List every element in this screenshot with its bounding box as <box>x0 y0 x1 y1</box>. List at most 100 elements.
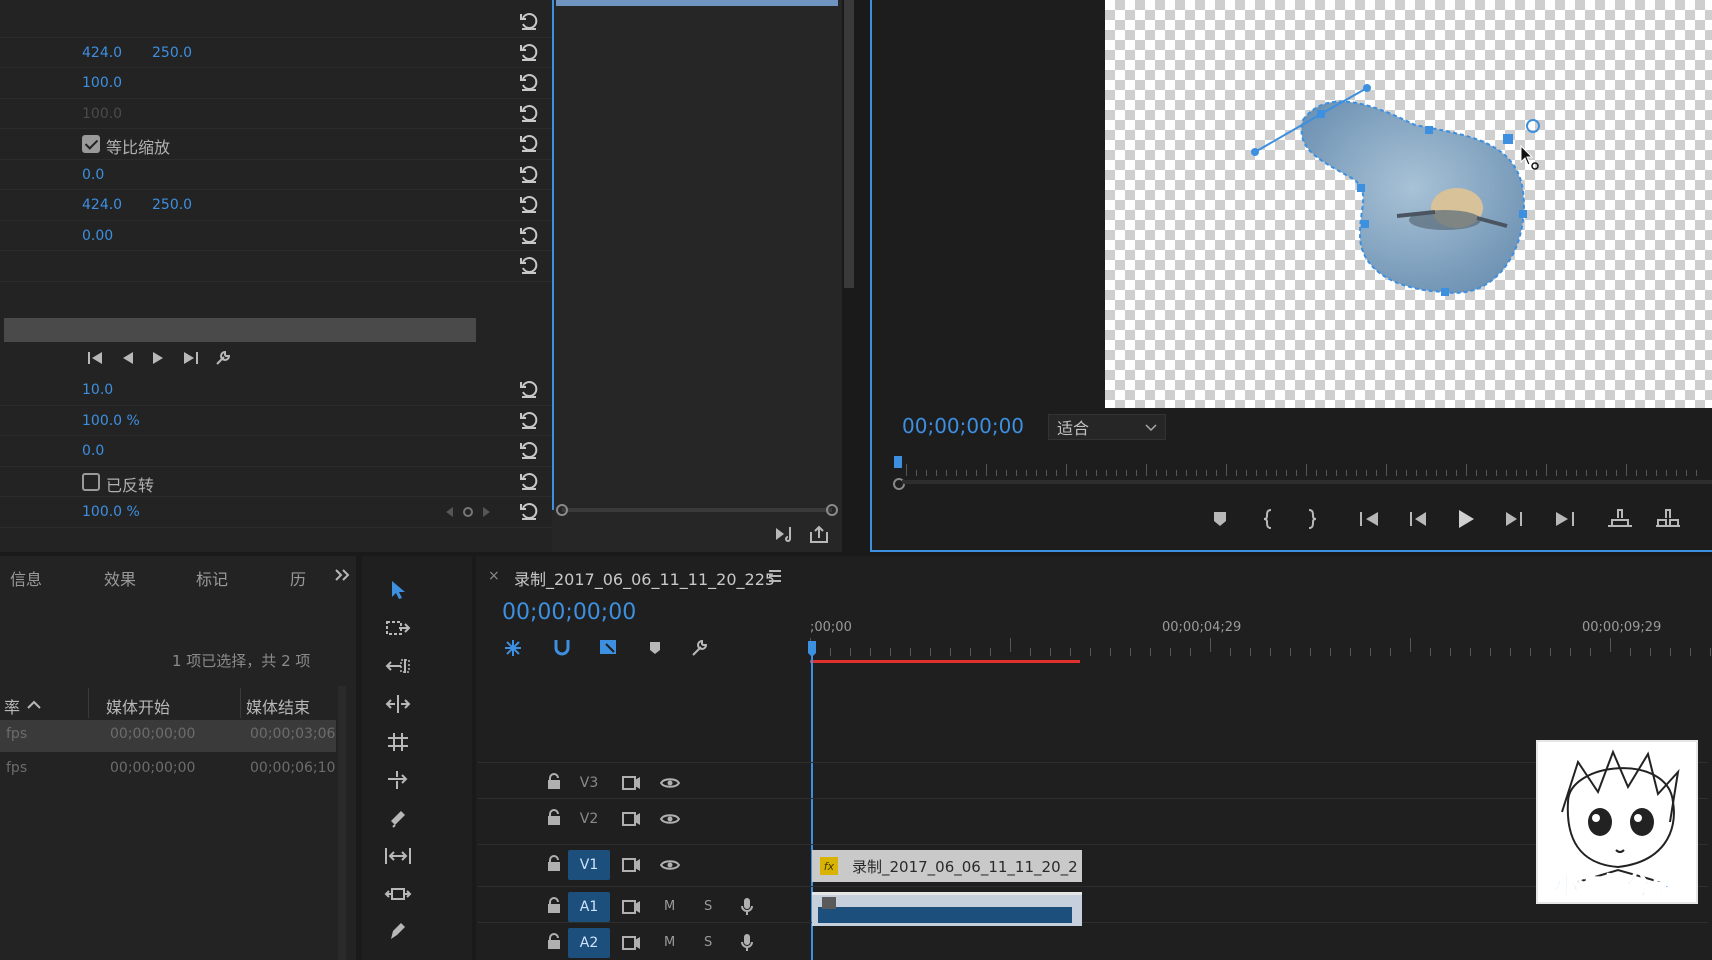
mask-shape[interactable] <box>1105 0 1712 408</box>
reset-icon[interactable] <box>518 132 540 154</box>
add-marker-icon[interactable] <box>1212 510 1228 528</box>
eye-icon[interactable] <box>660 776 680 790</box>
solo-button[interactable]: S <box>704 899 712 914</box>
track-target-a2[interactable]: A2 <box>568 928 610 958</box>
panel-tab[interactable]: 标记 <box>196 566 228 590</box>
sort-ascending-icon[interactable] <box>26 698 42 710</box>
lock-icon[interactable] <box>546 808 562 826</box>
export-frame-icon[interactable] <box>808 524 830 544</box>
sync-lock-icon[interactable] <box>622 775 642 791</box>
extract-icon[interactable] <box>1654 508 1682 528</box>
reset-icon[interactable] <box>518 41 540 63</box>
param-value-2[interactable]: 250.0 <box>152 197 192 213</box>
sync-lock-icon[interactable] <box>622 811 642 827</box>
go-to-in-icon[interactable] <box>1358 510 1382 528</box>
reset-icon[interactable] <box>518 163 540 185</box>
reset-icon[interactable] <box>518 439 540 461</box>
program-timecode[interactable]: 00;00;00;00 <box>902 414 1024 438</box>
effect-keyframe-area[interactable] <box>552 0 854 552</box>
track-target-v1[interactable]: V1 <box>568 850 610 880</box>
more-panels-icon[interactable] <box>334 568 350 582</box>
rate-stretch-tool[interactable] <box>384 728 412 756</box>
nest-icon[interactable] <box>502 638 524 658</box>
track-target-v3[interactable]: V3 <box>568 768 610 798</box>
add-keyframe-icon[interactable] <box>462 506 474 518</box>
lock-icon[interactable] <box>546 896 562 914</box>
keyframe-hscroll-track[interactable] <box>562 508 832 512</box>
go-to-out-icon[interactable] <box>1552 510 1576 528</box>
reset-icon[interactable] <box>518 254 540 276</box>
param-value[interactable]: 100.0 <box>82 106 122 122</box>
lock-icon[interactable] <box>546 932 562 950</box>
step-back-icon[interactable] <box>120 350 136 366</box>
step-back-icon[interactable] <box>1408 510 1428 528</box>
mark-in-icon[interactable] <box>1262 508 1274 530</box>
table-row[interactable]: fps 00;00;00;00 00;00;06;10 <box>0 754 336 786</box>
mute-button[interactable]: M <box>664 899 675 914</box>
eye-icon[interactable] <box>660 812 680 826</box>
reset-icon[interactable] <box>518 470 540 492</box>
param-value-2[interactable]: 250.0 <box>152 45 192 61</box>
snap-icon[interactable] <box>552 638 572 658</box>
reset-icon[interactable] <box>518 224 540 246</box>
linked-selection-icon[interactable] <box>598 636 620 658</box>
mask-param-value[interactable]: 100.0 % <box>82 504 140 520</box>
rolling-edit-tool[interactable] <box>384 690 412 718</box>
mask-param-value[interactable]: 10.0 <box>82 382 113 398</box>
microphone-icon[interactable] <box>740 933 754 953</box>
close-tab-icon[interactable]: × <box>488 568 500 584</box>
param-value[interactable]: 424.0 <box>82 45 122 61</box>
keyframe-vscroll[interactable] <box>844 0 854 288</box>
hscroll-right-handle[interactable] <box>826 504 838 516</box>
track-target-a1[interactable]: A1 <box>568 892 610 922</box>
solo-button[interactable]: S <box>704 935 712 950</box>
sync-lock-icon[interactable] <box>622 857 642 873</box>
razor-tool[interactable] <box>384 766 412 794</box>
reset-icon[interactable] <box>518 409 540 431</box>
reset-icon[interactable] <box>518 102 540 124</box>
prev-keyframe-icon[interactable] <box>446 507 454 517</box>
track-target-v2[interactable]: V2 <box>568 804 610 834</box>
ripple-edit-tool[interactable] <box>384 652 412 680</box>
reset-icon[interactable] <box>518 500 540 522</box>
mask-param-value[interactable]: 0.0 <box>82 443 104 459</box>
mute-button[interactable]: M <box>664 935 675 950</box>
play-icon[interactable] <box>1456 508 1476 530</box>
panel-tab[interactable]: 历 <box>290 566 306 590</box>
microphone-icon[interactable] <box>740 897 754 917</box>
table-row[interactable]: fps 00;00;00;00 00;00;03;06 <box>0 720 336 752</box>
video-frame[interactable] <box>1105 0 1712 408</box>
lock-icon[interactable] <box>546 772 562 790</box>
play-forward-icon[interactable] <box>150 350 166 366</box>
reset-icon[interactable] <box>518 193 540 215</box>
param-value[interactable]: 0.00 <box>82 228 113 244</box>
lift-icon[interactable] <box>1606 508 1634 528</box>
video-clip[interactable]: fx 录制_2017_06_06_11_11_20_2 <box>812 850 1082 882</box>
pen-tool[interactable] <box>384 918 412 946</box>
col-rate[interactable]: 率 <box>4 694 20 718</box>
add-marker-icon[interactable] <box>648 640 662 656</box>
sync-lock-icon[interactable] <box>622 935 642 951</box>
col-media-end[interactable]: 媒体结束 <box>246 694 310 718</box>
hamburger-menu-icon[interactable] <box>768 570 782 582</box>
slide-tool[interactable] <box>384 842 412 870</box>
audio-clip[interactable] <box>812 892 1082 926</box>
col-media-start[interactable]: 媒体开始 <box>106 694 170 718</box>
lock-icon[interactable] <box>546 854 562 872</box>
panel-tab[interactable]: 信息 <box>10 566 42 590</box>
next-keyframe-icon[interactable] <box>482 507 490 517</box>
track-select-tool[interactable] <box>384 614 412 642</box>
program-playhead-icon[interactable] <box>892 456 906 490</box>
mark-out-icon[interactable] <box>1306 508 1318 530</box>
wrench-icon[interactable] <box>214 349 232 367</box>
effect-scrollbar[interactable] <box>4 318 476 342</box>
inverted-checkbox[interactable] <box>82 472 100 491</box>
timeline-settings-icon[interactable] <box>690 638 710 658</box>
sequence-tab-title[interactable]: 录制_2017_06_06_11_11_20_225 <box>514 566 775 590</box>
reset-icon[interactable] <box>518 378 540 400</box>
eye-icon[interactable] <box>660 858 680 872</box>
uniform-scale-checkbox[interactable] <box>82 135 100 153</box>
param-value[interactable]: 0.0 <box>82 167 104 183</box>
reset-icon[interactable] <box>518 71 540 93</box>
param-value[interactable]: 424.0 <box>82 197 122 213</box>
